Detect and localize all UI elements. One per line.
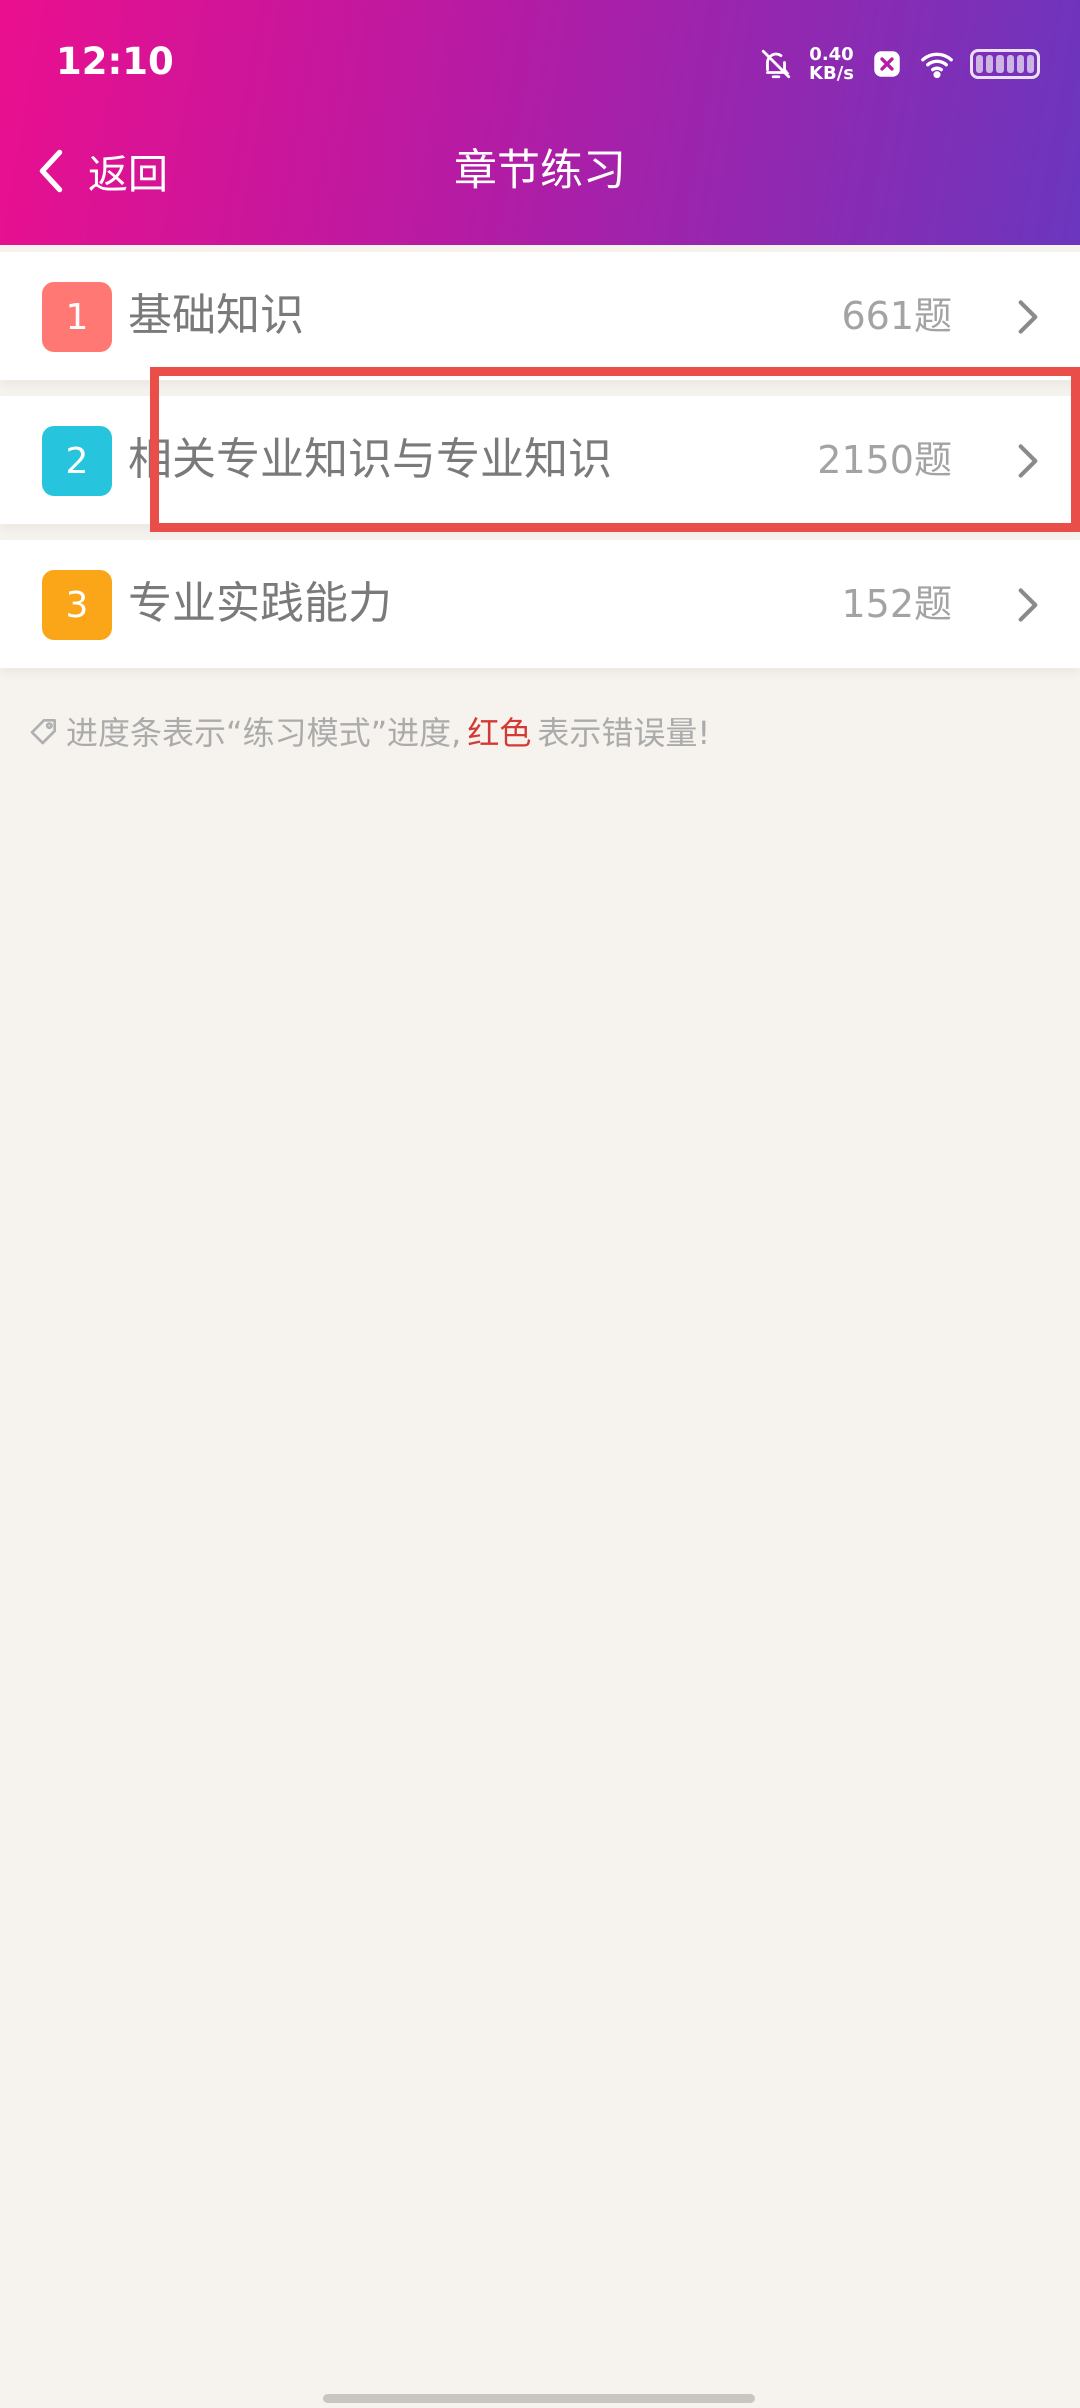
tag-icon	[30, 719, 56, 745]
chapter-title: 基础知识	[128, 290, 304, 341]
bell-off-icon	[761, 49, 791, 79]
battery-icon	[970, 49, 1040, 79]
chapter-question-count: 661题	[841, 294, 952, 338]
wifi-icon	[921, 52, 953, 79]
chapter-number-badge: 2	[42, 426, 112, 496]
chapter-item-3[interactable]: 3 专业实践能力 152题	[0, 540, 1080, 668]
vpn-icon	[874, 51, 900, 77]
chapter-number-badge: 1	[42, 282, 112, 352]
chapter-question-count: 152题	[841, 582, 952, 626]
home-indicator[interactable]	[323, 2394, 755, 2403]
network-speed-unit: KB/s	[809, 63, 854, 84]
status-icons: 0.40 KB/s	[759, 40, 1040, 88]
page-title: 章节练习	[454, 146, 626, 196]
note-red-text: 红色	[467, 714, 532, 752]
chevron-right-icon	[1018, 588, 1038, 622]
status-time: 12:10	[56, 40, 174, 83]
note-suffix: 表示错误量!	[537, 714, 711, 752]
chapter-question-count: 2150题	[817, 438, 952, 482]
chevron-right-icon	[1018, 444, 1038, 478]
chapter-title: 相关专业知识与专业知识	[128, 434, 612, 485]
network-speed: 0.40 KB/s	[809, 45, 854, 83]
chapter-item-2[interactable]: 2 相关专业知识与专业知识 2150题	[0, 396, 1080, 524]
network-speed-value: 0.40	[809, 44, 854, 65]
progress-note: 进度条表示“练习模式”进度, 红色 表示错误量!	[28, 706, 710, 756]
note-prefix: 进度条表示“练习模式”进度,	[66, 714, 462, 752]
chapter-item-1[interactable]: 1 基础知识 661题	[0, 252, 1080, 380]
chapter-number-badge: 3	[42, 570, 112, 640]
app-header: 12:10 0.40 KB/s 返回 章节练习	[0, 0, 1080, 245]
chevron-right-icon	[1018, 300, 1038, 334]
chapter-title: 专业实践能力	[128, 578, 392, 629]
